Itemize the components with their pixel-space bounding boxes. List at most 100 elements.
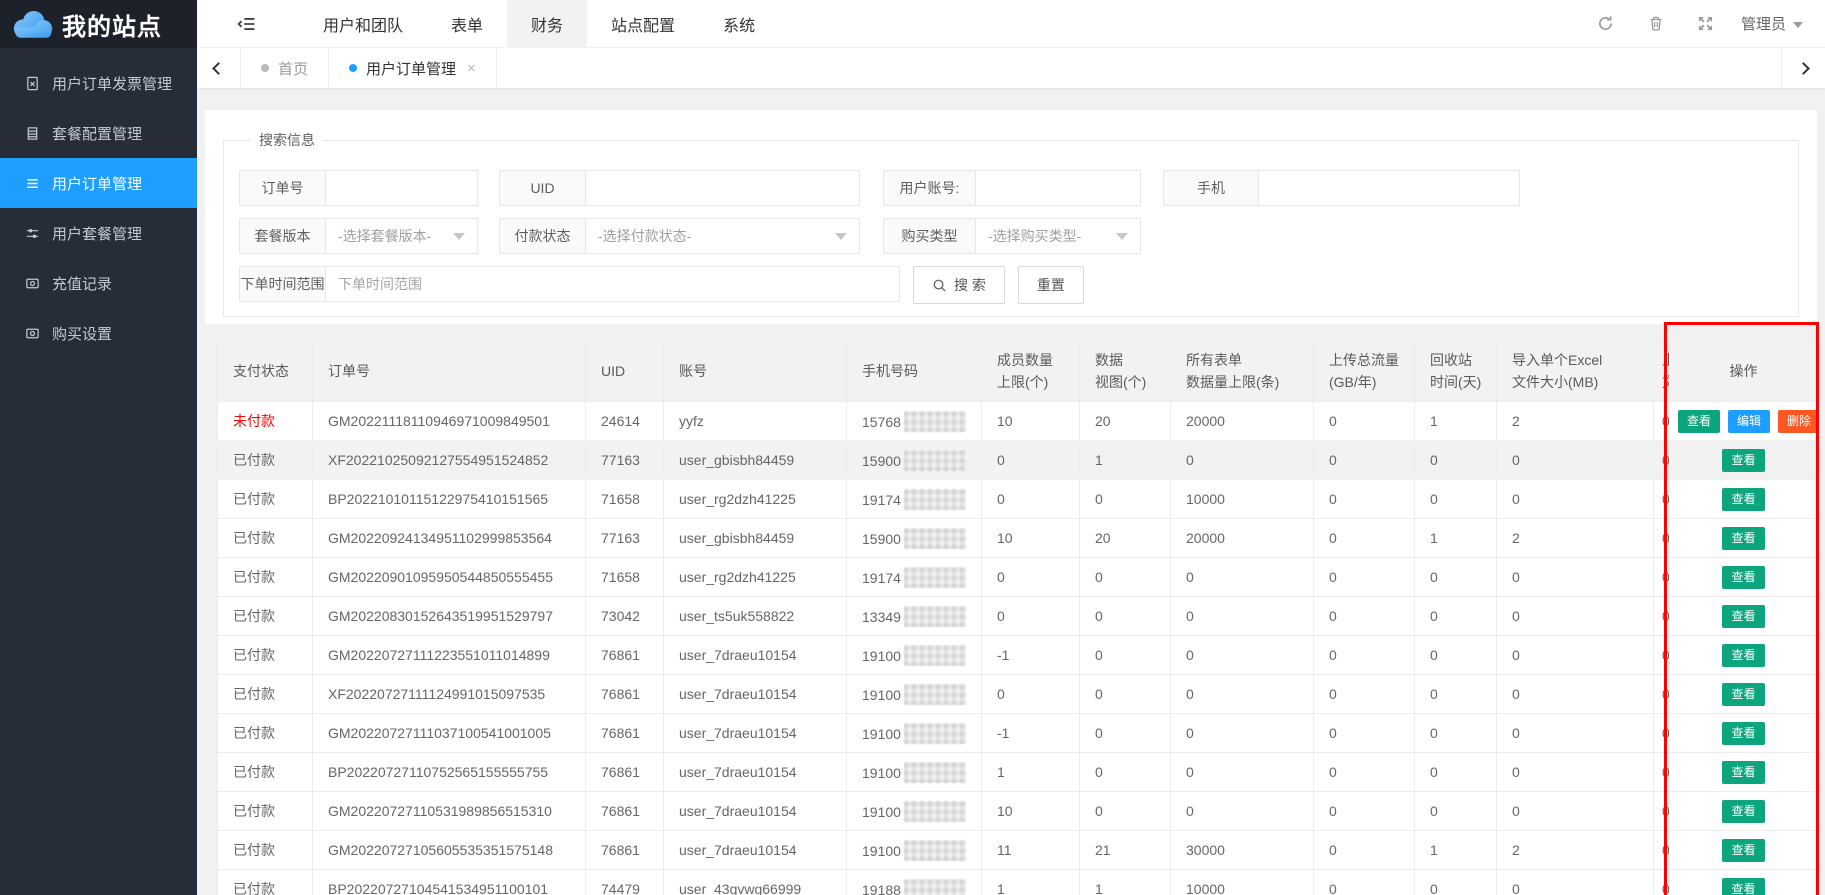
tab-user-order-label: 用户订单管理	[366, 58, 456, 79]
view-button[interactable]: 查看	[1722, 605, 1764, 628]
edit-button[interactable]: 编辑	[1728, 410, 1770, 433]
search-row-2: 套餐版本 -选择套餐版本- 付款状态 -选择付款状态-	[239, 218, 1798, 254]
close-icon[interactable]: ×	[467, 60, 476, 77]
order-no-cell: BP20220727110752565155555755	[313, 753, 586, 792]
row-actions-cell: 查看	[1670, 597, 1818, 636]
phone-redaction-blur	[904, 450, 966, 471]
pay-status-select[interactable]: -选择付款状态-	[586, 218, 860, 254]
topbar-actions	[1597, 15, 1713, 32]
site-name: 我的站点	[62, 7, 162, 42]
purchase-type-select[interactable]: -选择购买类型-	[976, 218, 1141, 254]
view-button[interactable]: 查看	[1722, 878, 1764, 895]
order-no-label: 订单号	[239, 170, 326, 206]
uid-cell: 74479	[586, 870, 664, 895]
purchase-icon	[24, 326, 40, 341]
uid-cell: 71658	[586, 480, 664, 519]
top-nav-item[interactable]: 站点配置	[587, 0, 699, 47]
view-button[interactable]: 查看	[1678, 410, 1720, 433]
column-header: 所有表单数据量上限(条)	[1171, 341, 1314, 402]
phone-cell: 15900	[847, 441, 982, 480]
clipped-cell: 0	[1654, 753, 1670, 792]
view-button[interactable]: 查看	[1722, 722, 1764, 745]
reset-button-label: 重置	[1037, 275, 1065, 295]
tab-user-order-management[interactable]: 用户订单管理 ×	[329, 48, 497, 88]
tabs-scroll-right-icon[interactable]	[1781, 48, 1825, 88]
package-version-select[interactable]: -选择套餐版本-	[326, 218, 478, 254]
top-nav-item[interactable]: 财务	[507, 0, 587, 47]
clipped-cell: 0	[1654, 480, 1670, 519]
table-row: 已付款 BP20221010115122975410151565 71658 u…	[218, 480, 1818, 519]
column-header: 手机号码	[847, 341, 982, 402]
phone-redaction-blur	[904, 528, 966, 549]
upload-traffic-cell: 0	[1314, 519, 1415, 558]
tab-dot-icon	[349, 64, 357, 72]
top-nav-item[interactable]: 用户和团队	[299, 0, 427, 47]
tab-home[interactable]: 首页	[241, 48, 329, 88]
order-time-range-input[interactable]	[326, 266, 900, 302]
view-button[interactable]: 查看	[1722, 800, 1764, 823]
row-actions-cell: 查看	[1670, 714, 1818, 753]
data-views-cell: 0	[1080, 636, 1171, 675]
order-no-cell: GM20220727111223551011014899	[313, 636, 586, 675]
uid-cell: 77163	[586, 441, 664, 480]
admin-user-menu[interactable]: 管理员	[1741, 13, 1803, 34]
uid-cell: 76861	[586, 675, 664, 714]
clipped-cell: 0	[1654, 870, 1670, 895]
top-nav-item[interactable]: 系统	[699, 0, 779, 47]
table-row: 已付款 XF20220727111124991015097535 76861 u…	[218, 675, 1818, 714]
tabbar: 首页 用户订单管理 ×	[197, 48, 1825, 88]
form-data-limit-cell: 0	[1171, 792, 1314, 831]
view-button[interactable]: 查看	[1722, 566, 1764, 589]
sidebar-item[interactable]: 充值记录	[0, 258, 197, 308]
sidebar-item[interactable]: 用户订单管理	[0, 158, 197, 208]
view-button[interactable]: 查看	[1722, 449, 1764, 472]
search-button[interactable]: 搜 索	[913, 266, 1005, 304]
phone-input[interactable]	[1259, 170, 1520, 206]
form-data-limit-cell: 0	[1171, 597, 1314, 636]
uid-cell: 76861	[586, 792, 664, 831]
view-button[interactable]: 查看	[1722, 683, 1764, 706]
payment-status: 已付款	[233, 881, 275, 895]
view-button[interactable]: 查看	[1722, 839, 1764, 862]
search-icon	[932, 278, 947, 293]
trash-icon[interactable]	[1648, 15, 1664, 32]
delete-button[interactable]: 删除	[1778, 410, 1817, 433]
sidebar-item[interactable]: 购买设置	[0, 308, 197, 358]
phone-prefix: 19100	[862, 765, 901, 781]
view-button[interactable]: 查看	[1722, 761, 1764, 784]
data-views-cell: 0	[1080, 597, 1171, 636]
view-button[interactable]: 查看	[1722, 527, 1764, 550]
sidebar-item[interactable]: 用户套餐管理	[0, 208, 197, 258]
excel-size-cell: 0	[1497, 753, 1654, 792]
account-cell: yyfz	[664, 402, 847, 441]
clipped-cell: 0	[1654, 402, 1670, 441]
sidebar-item[interactable]: 用户订单发票管理	[0, 58, 197, 108]
row-actions-cell: 查看	[1670, 792, 1818, 831]
sidebar-item[interactable]: 套餐配置管理	[0, 108, 197, 158]
collapse-menu-icon[interactable]	[237, 15, 255, 33]
upload-traffic-cell: 0	[1314, 792, 1415, 831]
account-cell: user_gbisbh84459	[664, 441, 847, 480]
refresh-icon[interactable]	[1597, 15, 1614, 32]
excel-size-cell: 0	[1497, 480, 1654, 519]
data-views-cell: 20	[1080, 402, 1171, 441]
account-cell: user_rg2dzh41225	[664, 558, 847, 597]
upload-traffic-cell: 0	[1314, 831, 1415, 870]
fullscreen-icon[interactable]	[1698, 16, 1713, 31]
caret-down-icon	[1793, 22, 1803, 28]
view-button[interactable]: 查看	[1722, 644, 1764, 667]
account-input[interactable]	[976, 170, 1141, 206]
reset-button[interactable]: 重置	[1018, 266, 1084, 304]
view-button[interactable]: 查看	[1722, 488, 1764, 511]
account-cell: user_ts5uk558822	[664, 597, 847, 636]
main-area: 用户和团队表单财务站点配置系统	[197, 0, 1825, 895]
uid-input[interactable]	[586, 170, 860, 206]
member-limit-cell: 0	[982, 480, 1080, 519]
column-header: 订单号	[313, 341, 586, 402]
top-nav-item[interactable]: 表单	[427, 0, 507, 47]
uid-cell: 71658	[586, 558, 664, 597]
data-views-cell: 0	[1080, 714, 1171, 753]
chevron-down-icon	[1116, 233, 1128, 240]
tabs-scroll-left-icon[interactable]	[197, 48, 241, 88]
order-no-input[interactable]	[326, 170, 478, 206]
